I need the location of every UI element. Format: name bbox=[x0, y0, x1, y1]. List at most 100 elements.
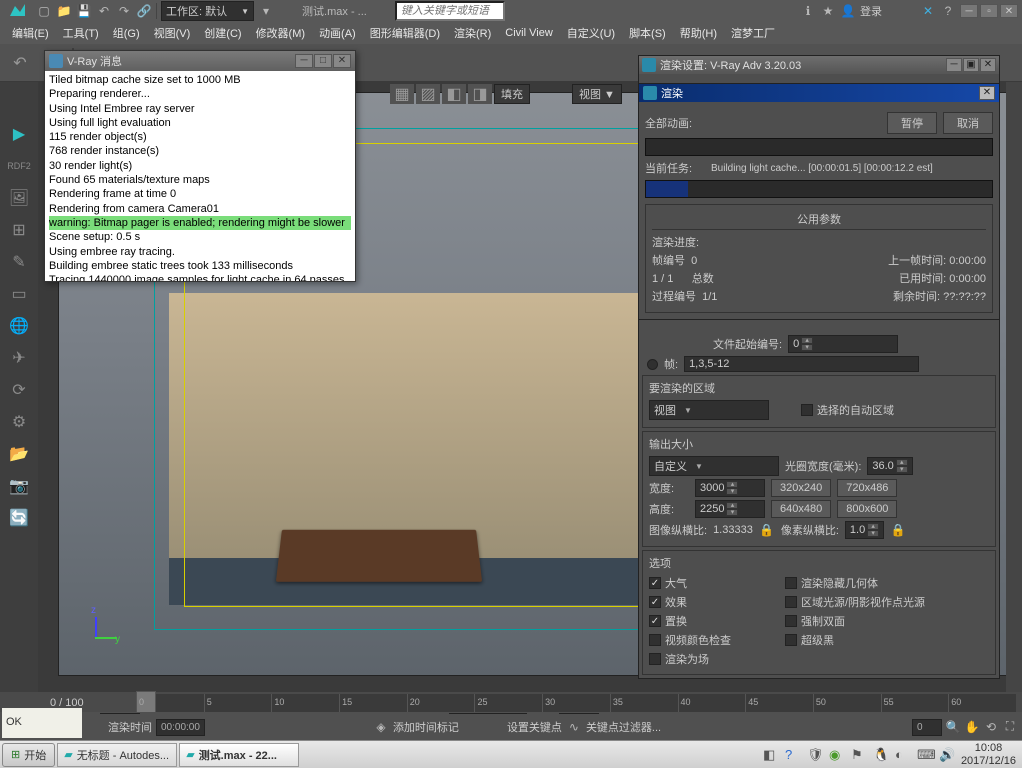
menu-group[interactable]: 组(G) bbox=[107, 22, 146, 44]
pan-icon[interactable]: ✋ bbox=[964, 719, 980, 735]
opt-atmosphere[interactable]: 大气 bbox=[649, 575, 779, 591]
menu-customize[interactable]: 自定义(U) bbox=[561, 22, 621, 44]
clock[interactable]: 10:08 2017/12/16 bbox=[961, 742, 1016, 766]
rollup-button[interactable]: ▣ bbox=[963, 58, 979, 72]
height-spinner[interactable]: 2250▴▾ bbox=[695, 500, 765, 518]
star-icon[interactable]: ★ bbox=[820, 3, 836, 19]
taskbar-item-2[interactable]: ▰ 测试.max - 22... bbox=[179, 743, 299, 767]
cancel-button[interactable]: 取消 bbox=[943, 112, 993, 134]
minimize-button[interactable]: ─ bbox=[295, 54, 313, 68]
opt-arealight[interactable]: 区域光源/阴影视作点光源 bbox=[785, 594, 925, 610]
keyfilter-button[interactable]: 关键点过滤器... bbox=[586, 719, 661, 735]
vp-icon4[interactable]: ◨ bbox=[468, 84, 492, 104]
vp-icon[interactable]: ▦ bbox=[390, 84, 414, 104]
menu-animation[interactable]: 动画(A) bbox=[313, 22, 362, 44]
menu-maxscript[interactable]: 脚本(S) bbox=[623, 22, 672, 44]
gear-icon[interactable]: ⚙ bbox=[7, 410, 31, 434]
menu-civilview[interactable]: Civil View bbox=[499, 24, 558, 42]
menu-create[interactable]: 创建(C) bbox=[198, 22, 247, 44]
user-icon[interactable]: 👤 bbox=[840, 3, 856, 19]
file-start-num-spinner[interactable]: 0▴▾ bbox=[788, 335, 898, 353]
menu-help[interactable]: 帮助(H) bbox=[674, 22, 723, 44]
close-button[interactable]: ✕ bbox=[979, 86, 995, 100]
tray-icon2[interactable]: ◐ bbox=[895, 747, 911, 763]
redo-icon[interactable]: ↷ bbox=[116, 3, 132, 19]
sync-icon[interactable]: 🔄 bbox=[7, 506, 31, 530]
x-icon[interactable]: ✕ bbox=[920, 3, 936, 19]
pause-button[interactable]: 暂停 bbox=[887, 112, 937, 134]
aperture-spinner[interactable]: 36.0▴▾ bbox=[867, 457, 912, 475]
render-setup-titlebar[interactable]: 渲染设置: V-Ray Adv 3.20.03 ─ ▣ ✕ bbox=[639, 56, 999, 74]
opt-superblack[interactable]: 超级黑 bbox=[785, 632, 834, 648]
folder-icon[interactable]: 📂 bbox=[7, 442, 31, 466]
shield-icon[interactable]: 🛡 bbox=[807, 747, 823, 763]
help-icon[interactable]: ? bbox=[785, 747, 801, 763]
opt-force2side[interactable]: 强制双面 bbox=[785, 613, 845, 629]
info-icon[interactable]: ℹ bbox=[800, 3, 816, 19]
plane-icon[interactable]: ✈ bbox=[7, 346, 31, 370]
maximize-button[interactable]: □ bbox=[314, 54, 332, 68]
menu-views[interactable]: 视图(V) bbox=[148, 22, 197, 44]
preset-800x600[interactable]: 800x600 bbox=[837, 500, 897, 518]
view-dropdown[interactable]: 视图 bbox=[649, 400, 769, 420]
opt-videocolor[interactable]: 视频颜色检查 bbox=[649, 632, 779, 648]
zoom-icon[interactable]: 🔍 bbox=[945, 719, 961, 735]
undo-tool-icon[interactable]: ↶ bbox=[4, 47, 36, 79]
close-button[interactable]: ✕ bbox=[1000, 4, 1018, 18]
opt-hidden[interactable]: 渲染隐藏几何体 bbox=[785, 575, 878, 591]
opt-renderfield[interactable]: 渲染为场 bbox=[649, 651, 709, 667]
refresh-icon[interactable]: ⟳ bbox=[7, 378, 31, 402]
link-icon[interactable]: 🔗 bbox=[136, 3, 152, 19]
menu-fantasy[interactable]: 渲梦工厂 bbox=[725, 22, 781, 44]
help-icon[interactable]: ? bbox=[940, 3, 956, 19]
opt-displace[interactable]: 置换 bbox=[649, 613, 779, 629]
frames-radio[interactable] bbox=[647, 359, 658, 370]
menu-rendering[interactable]: 渲染(R) bbox=[448, 22, 497, 44]
play-icon[interactable]: ▶ bbox=[7, 122, 31, 146]
preset-720x486[interactable]: 720x486 bbox=[837, 479, 897, 497]
menu-modifiers[interactable]: 修改器(M) bbox=[250, 22, 312, 44]
open-icon[interactable]: 📁 bbox=[56, 3, 72, 19]
auto-region-checkbox[interactable]: 选择的自动区域 bbox=[801, 402, 894, 418]
maximize-vp-icon[interactable]: ⛶ bbox=[1002, 719, 1018, 735]
lock-icon[interactable]: 🔒 bbox=[890, 522, 906, 538]
vray-log[interactable]: Tiled bitmap cache size set to 1000 MBPr… bbox=[45, 71, 355, 281]
start-button[interactable]: ⊞ 开始 bbox=[2, 743, 55, 767]
workspace-dropdown[interactable]: 工作区: 默认 ▼ bbox=[161, 1, 254, 21]
vp-icon2[interactable]: ▨ bbox=[416, 84, 440, 104]
volume-icon[interactable]: 🔊 bbox=[939, 747, 955, 763]
edit-icon[interactable]: ✎ bbox=[7, 250, 31, 274]
login-label[interactable]: 登录 bbox=[860, 3, 882, 19]
app-logo-icon[interactable] bbox=[4, 1, 32, 21]
flag-icon[interactable]: ⚑ bbox=[851, 747, 867, 763]
lock-icon[interactable]: 🔒 bbox=[759, 522, 775, 538]
render-progress-titlebar[interactable]: 渲染 ✕ bbox=[639, 84, 999, 102]
minimize-button[interactable]: ─ bbox=[960, 4, 978, 18]
globe-icon[interactable]: 🌐 bbox=[7, 314, 31, 338]
menu-tools[interactable]: 工具(T) bbox=[57, 22, 105, 44]
nvidia-icon[interactable]: ◉ bbox=[829, 747, 845, 763]
setkey-button[interactable]: 设置关键点 bbox=[507, 719, 562, 735]
orbit-icon[interactable]: ⟲ bbox=[983, 719, 999, 735]
window-icon[interactable]: ▭ bbox=[7, 282, 31, 306]
input-icon[interactable]: ⌨ bbox=[917, 747, 933, 763]
width-spinner[interactable]: 3000▴▾ bbox=[695, 479, 765, 497]
close-button[interactable]: ✕ bbox=[980, 58, 996, 72]
tray-icon[interactable]: ◧ bbox=[763, 747, 779, 763]
fill-label[interactable]: 填充 bbox=[494, 84, 530, 104]
dropdown-icon[interactable]: ▾ bbox=[258, 3, 274, 19]
tag-icon[interactable]: ◈ bbox=[373, 719, 389, 735]
opt-effects[interactable]: 效果 bbox=[649, 594, 779, 610]
image-icon[interactable]: 🖼 bbox=[7, 186, 31, 210]
vray-titlebar[interactable]: V-Ray 消息 ─ □ ✕ bbox=[45, 51, 355, 71]
undo-icon[interactable]: ↶ bbox=[96, 3, 112, 19]
camera-icon[interactable]: 📷 bbox=[7, 474, 31, 498]
preset-640x480[interactable]: 640x480 bbox=[771, 500, 831, 518]
taskbar-item-1[interactable]: ▰ 无标题 - Autodes... bbox=[57, 743, 177, 767]
preset-320x240[interactable]: 320x240 bbox=[771, 479, 831, 497]
view-dropdown[interactable]: 视图 ▼ bbox=[572, 84, 622, 104]
qq-icon[interactable]: 🐧 bbox=[873, 747, 889, 763]
maximize-button[interactable]: ▫ bbox=[980, 4, 998, 18]
filter-icon[interactable]: ∿ bbox=[566, 719, 582, 735]
new-icon[interactable]: ▢ bbox=[36, 3, 52, 19]
